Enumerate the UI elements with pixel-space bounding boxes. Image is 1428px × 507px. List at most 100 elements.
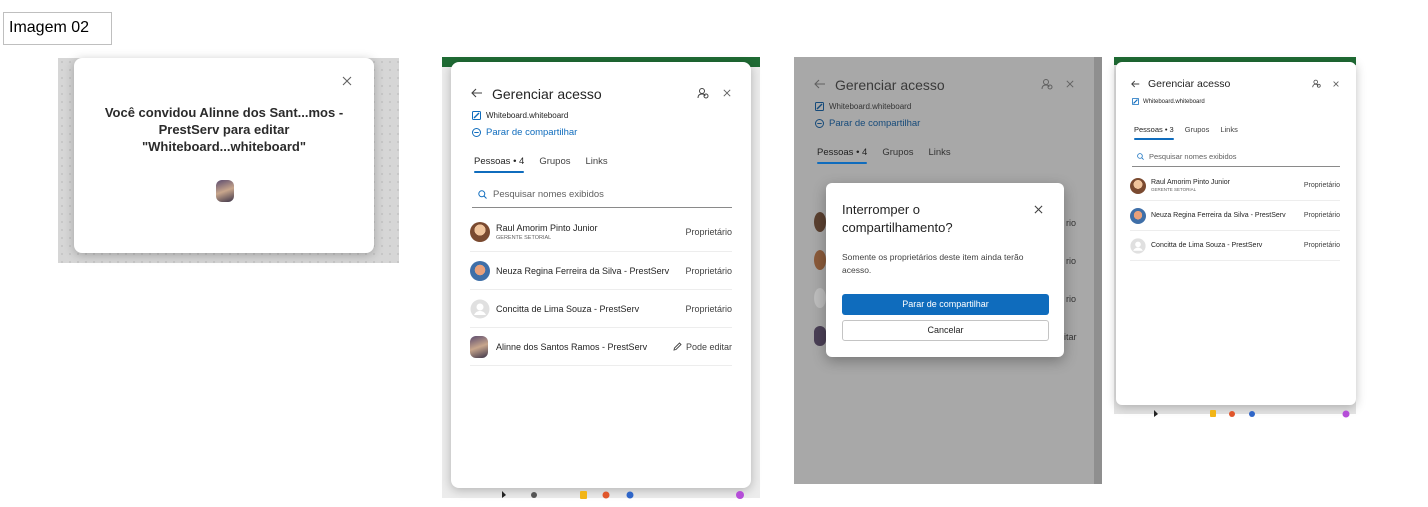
panel-title: Gerenciar acesso [492,86,602,102]
avatar [470,335,488,358]
avatar [814,326,826,346]
person-name: Neuza Regina Ferreira da Silva - PrestSe… [1151,212,1286,219]
person-name: Raul Amorim Pinto Junior [1151,179,1230,186]
search-placeholder: Pesquisar nomes exibidos [1149,151,1237,161]
search-input[interactable]: Pesquisar nomes exibidos [472,182,732,208]
list-item[interactable]: Concitta de Lima Souza - PrestServ Propr… [470,290,732,328]
whiteboard-file-icon [472,111,481,120]
confirm-stop-sharing-button[interactable]: Parar de compartilhar [842,294,1049,315]
person-name: Alinne dos Santos Ramos - PrestServ [496,341,648,352]
role-label: rio [1066,218,1077,228]
person-info: Raul Amorim Pinto Junior GERENTE SETORIA… [496,223,685,241]
person-title: GERENTE SETORIAL [496,234,552,241]
invite-confirmation-dialog: Você convidou Alinne dos Sant...mos - Pr… [74,58,374,253]
person-name: Raul Amorim Pinto Junior [496,222,598,233]
search-icon [478,190,487,199]
role-label[interactable]: Proprietário [1304,242,1340,249]
role-dropdown[interactable]: Pode editar [673,342,732,352]
file-name: Whiteboard.whiteboard [486,111,569,120]
stop-sharing-screenshot: Gerenciar acesso Whiteboard.whiteboard P… [794,57,1102,484]
list-item[interactable]: Alinne dos Santos Ramos - PrestServ Pode… [470,328,732,366]
tab-bar: Pessoas • 4 Grupos Links [817,147,951,164]
list-item[interactable]: Concitta de Lima Souza - PrestServ Propr… [1130,231,1340,261]
search-icon [1137,152,1144,160]
role-label[interactable]: Proprietário [685,227,732,237]
tab-people: Pessoas • 4 [817,147,868,164]
people-settings-icon [1041,78,1053,90]
close-icon[interactable] [342,76,352,86]
manage-access-panel: Gerenciar acesso Whiteboard.whiteboard P… [1116,62,1356,405]
manage-access-after-screenshot: Gerenciar acesso Whiteboard.whiteboard P… [1114,57,1356,418]
whiteboard-file-icon [815,102,824,111]
role-label[interactable]: Proprietário [685,304,732,314]
back-arrow-icon[interactable] [471,88,483,98]
avatar [814,288,826,308]
panel-title: Gerenciar acesso [835,77,945,93]
role-label: itar [1064,332,1077,342]
person-name: Concitta de Lima Souza - PrestServ [496,303,640,314]
tab-people[interactable]: Pessoas • 4 [474,156,525,173]
tab-groups[interactable]: Grupos [1185,125,1210,134]
role-label[interactable]: Proprietário [685,266,732,276]
file-name: Whiteboard.whiteboard [829,102,912,111]
person-placeholder-icon [1130,237,1146,254]
close-icon[interactable] [1034,205,1043,214]
tab-bar: Pessoas • 4 Grupos Links [474,156,608,173]
list-item[interactable]: Raul Amorim Pinto Junior GERENTE SETORIA… [1130,171,1340,201]
image-caption: Imagem 02 [3,12,112,45]
role-label: rio [1066,294,1077,304]
avatar [814,250,826,270]
people-settings-icon[interactable] [1312,79,1321,88]
back-arrow-icon [814,79,826,89]
avatar [470,221,490,242]
stop-sharing-label: Parar de compartilhar [486,127,578,138]
tab-people[interactable]: Pessoas • 3 [1134,125,1174,140]
pencil-icon [673,342,682,351]
tab-groups: Grupos [882,147,914,158]
whiteboard-toolbar [1114,405,1356,418]
whiteboard-toolbar [452,487,752,499]
person-placeholder-icon [470,299,490,319]
search-placeholder: Pesquisar nomes exibidos [493,189,604,200]
close-icon[interactable] [723,89,731,97]
avatar [1130,177,1146,194]
list-item[interactable]: Raul Amorim Pinto Junior GERENTE SETORIA… [470,212,732,252]
tab-links[interactable]: Links [1220,125,1238,134]
file-name-row: Whiteboard.whiteboard [472,111,568,120]
avatar [1130,207,1146,224]
minus-circle-icon [815,119,824,128]
role-label: Pode editar [685,341,732,352]
tab-groups[interactable]: Grupos [539,156,570,167]
role-label[interactable]: Proprietário [1304,182,1340,189]
panel-title: Gerenciar acesso [1148,78,1231,90]
avatar [216,180,234,202]
tab-bar: Pessoas • 3 Grupos Links [1134,125,1238,140]
role-label[interactable]: Proprietário [1304,212,1340,219]
person-name: Concitta de Lima Souza - PrestServ [1151,242,1263,249]
close-icon[interactable] [1333,81,1339,87]
manage-access-screenshot: Gerenciar acesso Whiteboard.whiteboard P… [442,57,760,499]
stop-sharing-link[interactable]: Parar de compartilhar [472,127,577,138]
back-arrow-icon[interactable] [1131,80,1140,88]
manage-access-panel: Gerenciar acesso Whiteboard.whiteboard P… [451,62,751,488]
stop-sharing-label: Parar de compartilhar [829,118,921,129]
people-settings-icon[interactable] [697,87,709,99]
stop-sharing-link: Parar de compartilhar [815,118,920,129]
invite-screenshot: Você convidou Alinne dos Sant...mos - Pr… [58,58,399,263]
role-label: rio [1066,256,1077,266]
cancel-button[interactable]: Cancelar [842,320,1049,341]
person-name: Neuza Regina Ferreira da Silva - PrestSe… [496,265,670,276]
file-name-row: Whiteboard.whiteboard [1132,98,1205,105]
invite-message: Você convidou Alinne dos Sant...mos - Pr… [104,105,344,154]
person-title: GERENTE SETORIAL [1151,187,1197,192]
minus-circle-icon [472,128,481,137]
tab-links[interactable]: Links [585,156,607,167]
person-info: Raul Amorim Pinto Junior GERENTE SETORIA… [1151,179,1304,192]
list-item[interactable]: Neuza Regina Ferreira da Silva - PrestSe… [470,252,732,290]
whiteboard-file-icon [1132,98,1139,105]
tab-links: Links [928,147,951,158]
file-name: Whiteboard.whiteboard [1143,98,1205,105]
avatar [814,212,826,232]
list-item[interactable]: Neuza Regina Ferreira da Silva - PrestSe… [1130,201,1340,231]
search-input[interactable]: Pesquisar nomes exibidos [1132,146,1340,167]
